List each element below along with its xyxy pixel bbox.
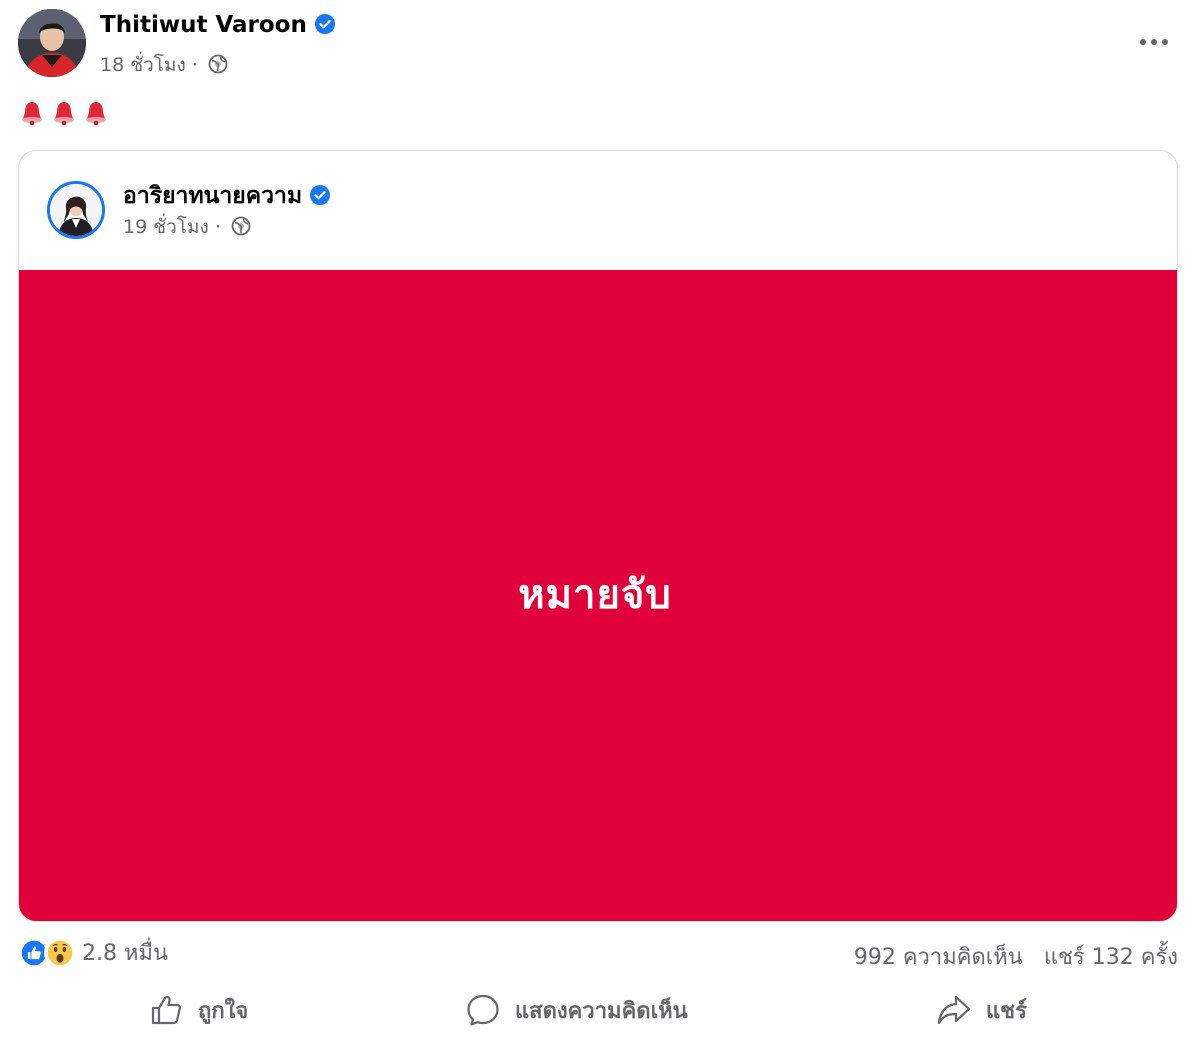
shared-author-name[interactable]: อาริยาทนายความ bbox=[123, 183, 302, 209]
like-label: ถูกใจ bbox=[198, 998, 249, 1024]
shared-author-avatar[interactable] bbox=[47, 181, 105, 239]
reaction-count[interactable]: 2.8 หมื่น bbox=[82, 935, 168, 970]
meta-separator: · bbox=[191, 54, 198, 76]
share-count[interactable]: แชร์ 132 ครั้ง bbox=[1044, 945, 1178, 970]
text-banner[interactable]: หมายจับ bbox=[19, 270, 1177, 921]
meta-separator: · bbox=[214, 216, 221, 238]
globe-icon bbox=[231, 216, 251, 236]
more-options-button[interactable] bbox=[1138, 26, 1170, 58]
wow-icon bbox=[44, 936, 76, 969]
comment-button[interactable]: แสดงความคิดเห็น bbox=[465, 990, 688, 1030]
red-bell-icon bbox=[54, 102, 74, 126]
share-button[interactable]: แชร์ bbox=[936, 990, 1027, 1030]
engagement-stats: 992 ความคิดเห็น แชร์ 132 ครั้ง bbox=[840, 939, 1178, 974]
banner-text: หมายจับ bbox=[518, 571, 672, 618]
verified-badge-icon bbox=[314, 14, 335, 34]
more-icon bbox=[1140, 39, 1168, 45]
author-name[interactable]: Thitiwut Varoon bbox=[100, 12, 307, 38]
post-actions: ถูกใจ แสดงความคิดเห็น แชร์ bbox=[0, 982, 1200, 1038]
author-name-row: Thitiwut Varoon bbox=[100, 12, 335, 38]
like-button[interactable]: ถูกใจ bbox=[148, 990, 248, 1030]
comment-icon bbox=[467, 994, 499, 1026]
shared-post-time[interactable]: 19 ชั่วโมง bbox=[123, 216, 209, 238]
red-bell-icon bbox=[86, 102, 106, 126]
verified-badge-icon bbox=[310, 185, 331, 205]
thumbs-up-icon bbox=[151, 995, 181, 1025]
post-time[interactable]: 18 ชั่วโมง bbox=[100, 54, 186, 76]
globe-icon bbox=[208, 54, 228, 74]
comment-label: แสดงความคิดเห็น bbox=[515, 998, 688, 1024]
post-caption bbox=[20, 100, 108, 126]
reactions-summary[interactable]: 2.8 หมื่น bbox=[18, 935, 168, 970]
author-avatar[interactable] bbox=[18, 9, 86, 77]
red-bell-icon bbox=[22, 102, 42, 126]
comment-count[interactable]: 992 ความคิดเห็น bbox=[854, 945, 1023, 970]
shared-post-card[interactable]: อาริยาทนายความ 19 ชั่วโมง · หมายจับ bbox=[18, 150, 1178, 922]
shared-post-meta: 19 ชั่วโมง · bbox=[123, 212, 251, 242]
share-arrow-icon bbox=[937, 995, 971, 1025]
shared-author-name-row: อาริยาทนายความ bbox=[123, 178, 331, 214]
post-meta: 18 ชั่วโมง · bbox=[100, 50, 228, 80]
share-label: แชร์ bbox=[986, 998, 1027, 1024]
